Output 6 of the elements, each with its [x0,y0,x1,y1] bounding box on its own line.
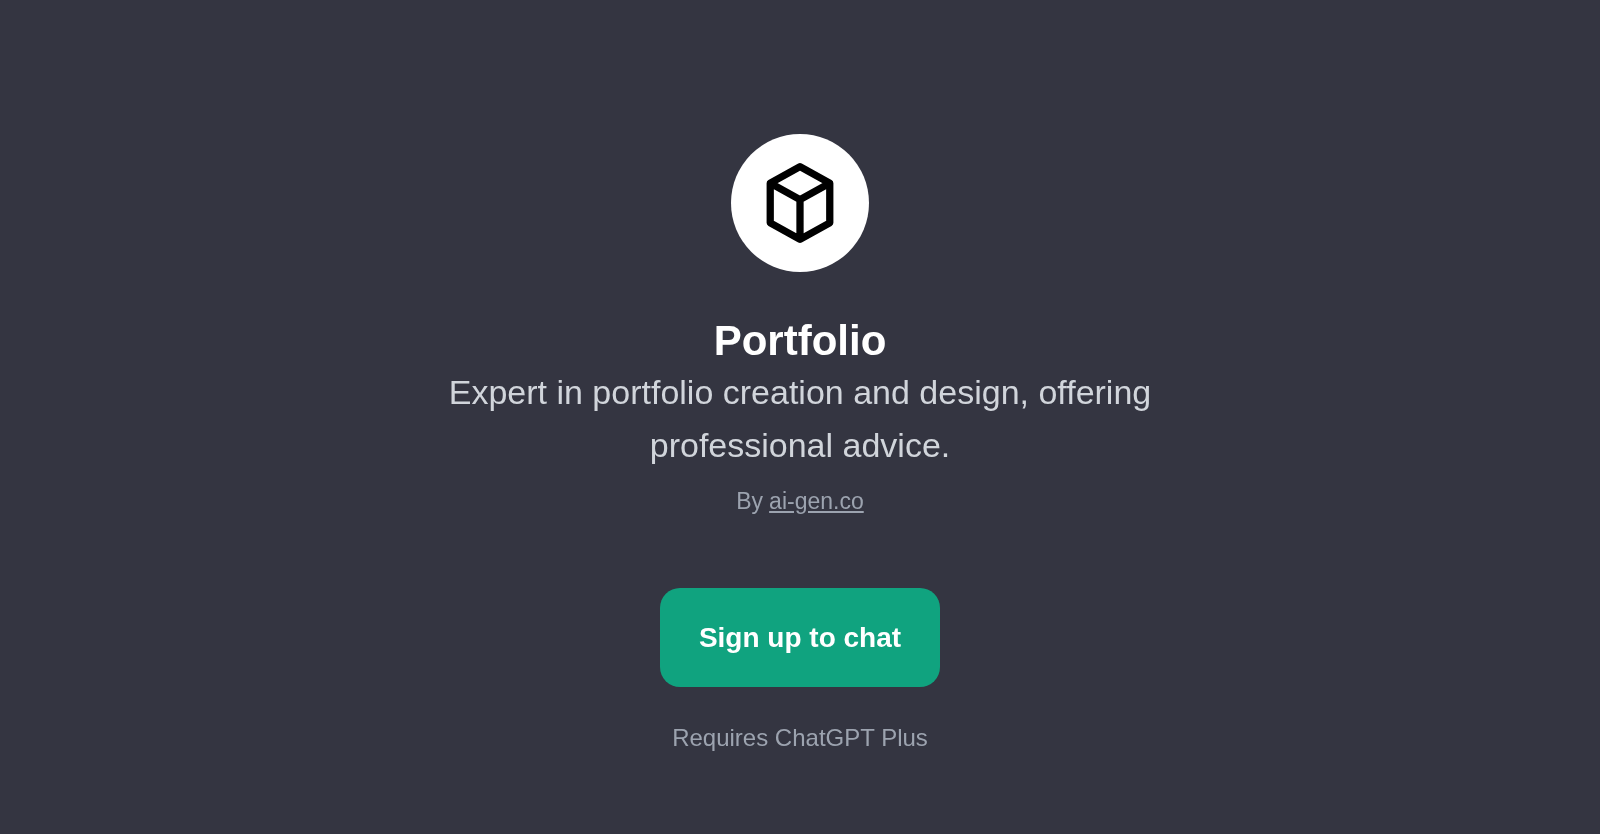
gpt-title: Portfolio [713,316,887,366]
requirement-note: Requires ChatGPT Plus [672,723,928,753]
byline-label: By [736,487,764,516]
author-link[interactable]: ai-gen.co [769,486,864,516]
gpt-description: Expert in portfolio creation and design, offering professional advice. [447,372,1153,466]
signup-button[interactable]: Sign up to chat [660,588,940,687]
